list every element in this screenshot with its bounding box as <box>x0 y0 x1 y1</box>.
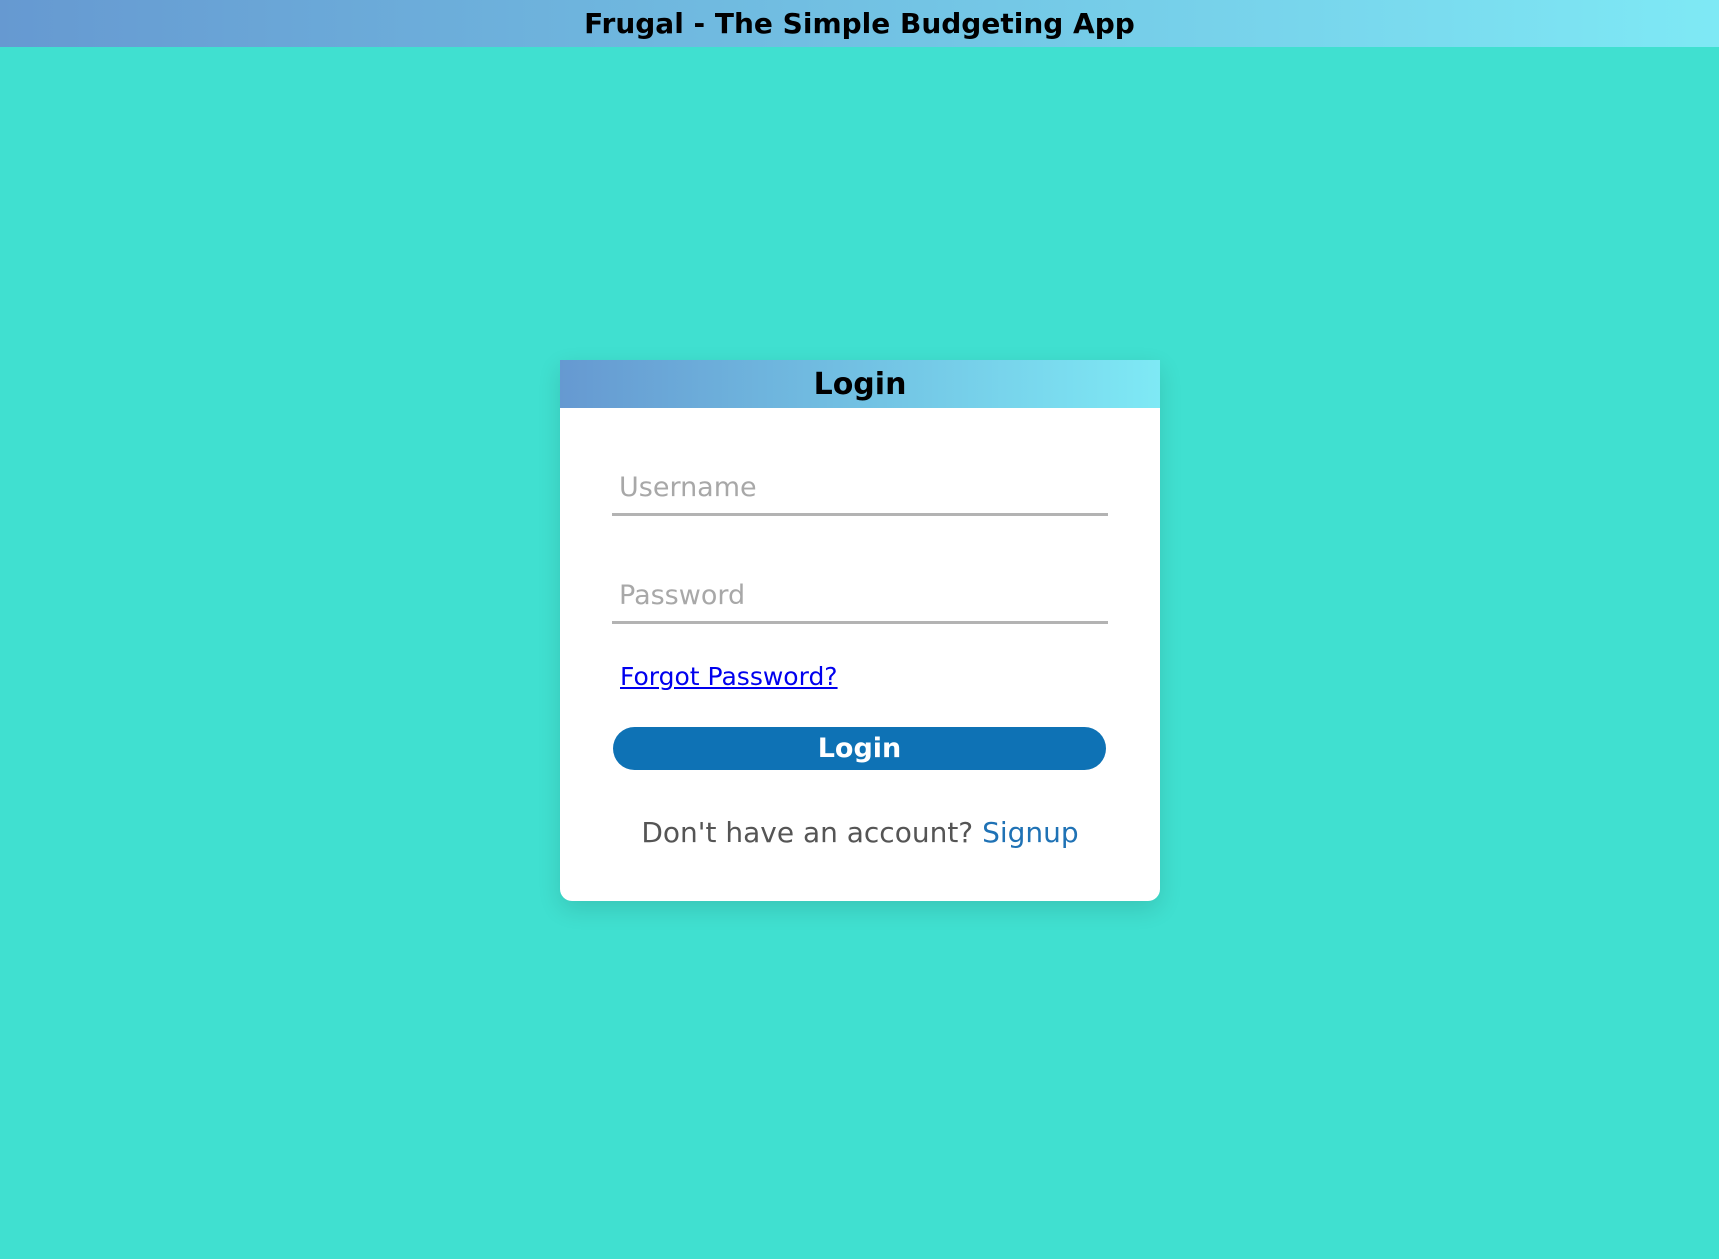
signup-link[interactable]: Signup <box>982 816 1079 849</box>
app-title: Frugal - The Simple Budgeting App <box>584 7 1135 40</box>
app-header: Frugal - The Simple Budgeting App <box>0 0 1719 47</box>
forgot-password-link[interactable]: Forgot Password? <box>620 662 838 691</box>
login-button[interactable]: Login <box>613 727 1106 770</box>
login-card-title: Login <box>813 366 907 402</box>
signup-prompt-line: Don't have an account? Signup <box>560 816 1160 849</box>
password-input[interactable] <box>612 570 1108 624</box>
signup-prompt-text: Don't have an account? <box>641 816 974 849</box>
username-input[interactable] <box>612 462 1108 516</box>
login-card-header: Login <box>560 360 1160 408</box>
